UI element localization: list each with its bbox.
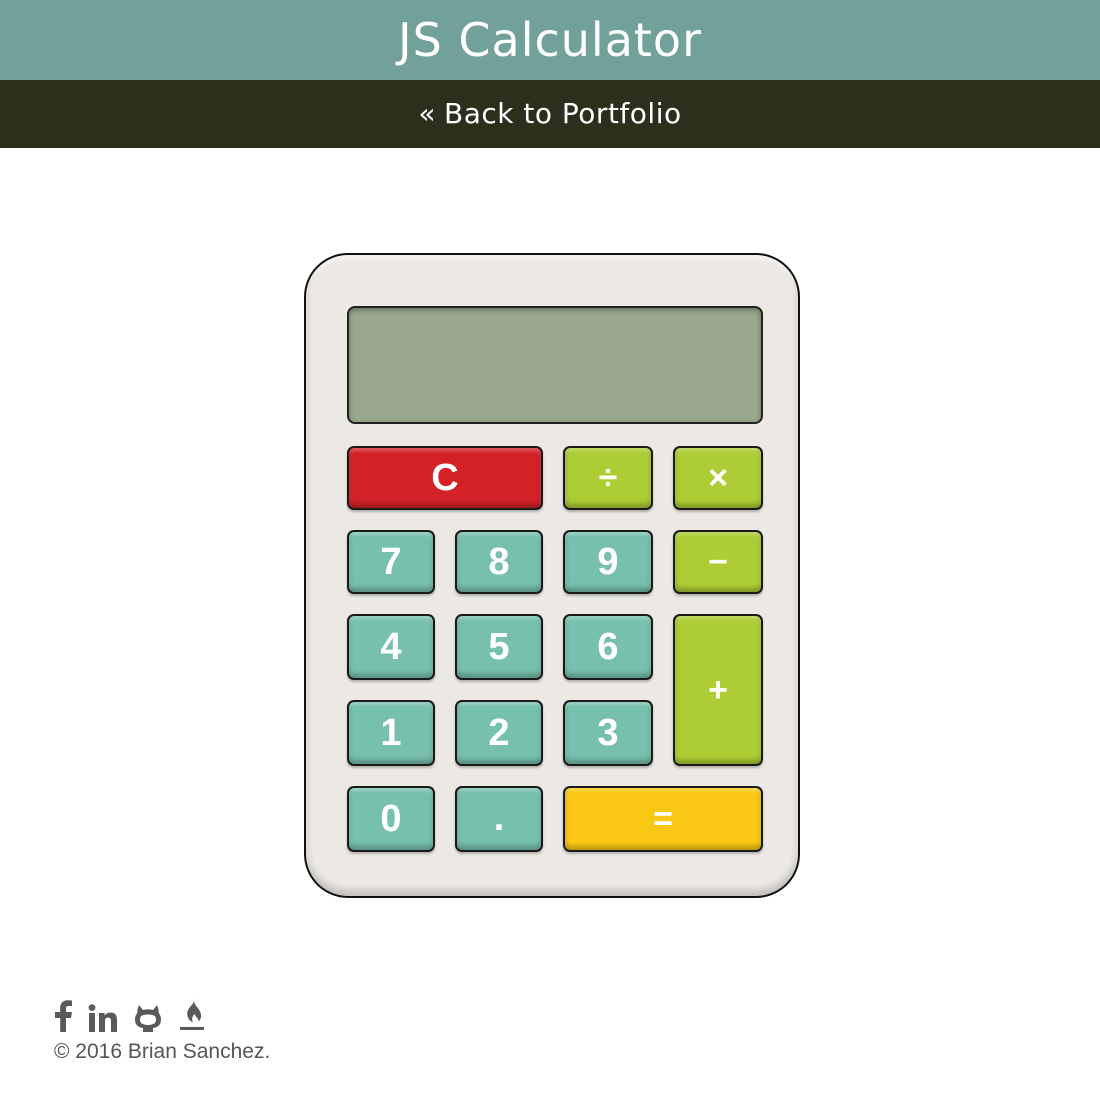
five-button[interactable]: 5 — [455, 614, 543, 680]
divide-button[interactable]: ÷ — [563, 446, 653, 510]
facebook-link[interactable] — [54, 1000, 72, 1032]
four-button[interactable]: 4 — [347, 614, 435, 680]
copyright-text: © 2016 Brian Sanchez. — [54, 1040, 271, 1063]
back-to-portfolio-link[interactable]: «Back to Portfolio — [418, 80, 681, 148]
decimal-button[interactable]: . — [455, 786, 543, 852]
footer: © 2016 Brian Sanchez. — [54, 996, 270, 1064]
title-bar: JS Calculator — [0, 0, 1100, 80]
six-button[interactable]: 6 — [563, 614, 653, 680]
multiply-button[interactable]: × — [673, 446, 763, 510]
zero-button[interactable]: 0 — [347, 786, 435, 852]
two-button[interactable]: 2 — [455, 700, 543, 766]
linkedin-link[interactable] — [88, 1004, 118, 1032]
double-chevron-left-icon: « — [418, 97, 437, 130]
back-link-label: Back to Portfolio — [444, 97, 682, 130]
social-links — [54, 996, 270, 1032]
clear-button[interactable]: C — [347, 446, 543, 510]
seven-button[interactable]: 7 — [347, 530, 435, 594]
calculator: C ÷ × 7 8 9 − 4 5 6 + 1 2 3 0 . = — [304, 253, 800, 898]
linkedin-icon — [88, 1004, 117, 1032]
add-button[interactable]: + — [673, 614, 763, 766]
freecodecamp-link[interactable] — [178, 998, 206, 1032]
nine-button[interactable]: 9 — [563, 530, 653, 594]
github-link[interactable] — [134, 1004, 162, 1032]
subtract-button[interactable]: − — [673, 530, 763, 594]
eight-button[interactable]: 8 — [455, 530, 543, 594]
page-title: JS Calculator — [398, 13, 702, 67]
nav-bar: «Back to Portfolio — [0, 80, 1100, 148]
facebook-icon — [55, 1000, 72, 1032]
equals-button[interactable]: = — [563, 786, 763, 852]
github-icon — [135, 1005, 161, 1032]
freecodecamp-icon — [180, 999, 204, 1030]
three-button[interactable]: 3 — [563, 700, 653, 766]
calculator-display — [347, 306, 763, 424]
one-button[interactable]: 1 — [347, 700, 435, 766]
